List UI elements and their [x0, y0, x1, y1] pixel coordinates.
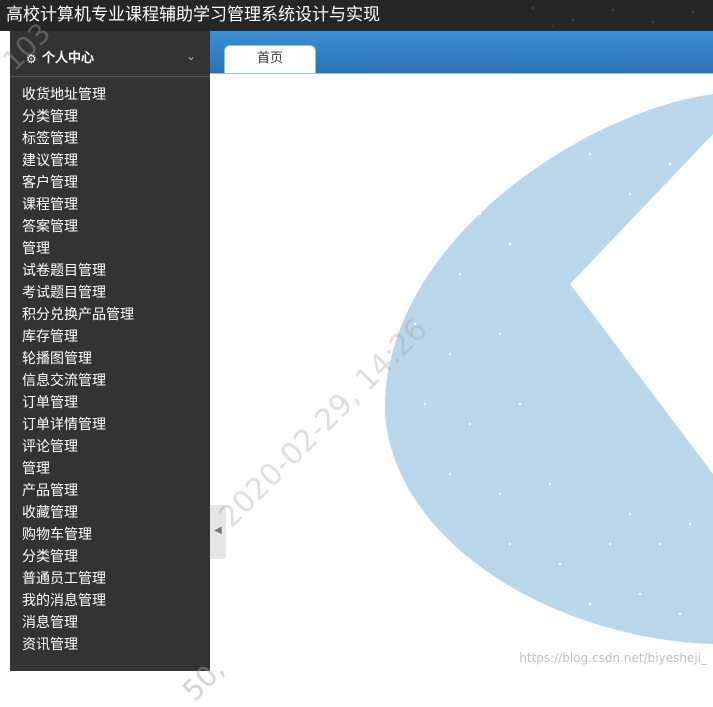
- chevron-down-icon[interactable]: ⌄: [186, 49, 196, 63]
- sidebar-item[interactable]: 分类管理: [10, 546, 210, 568]
- caret-left-icon: ◀: [214, 525, 222, 536]
- header-dot-pattern: [531, 6, 695, 28]
- sidebar-menu: 收货地址管理 分类管理 标签管理 建议管理 客户管理 课程管理 答案管理 管理 试卷题目管理 考试…: [10, 77, 210, 656]
- main-content: [210, 74, 713, 671]
- watermark-url: https://blog.csdn.net/biyesheji_: [519, 651, 707, 665]
- app-title: 高校计算机专业课程辅助学习管理系统设计与实现: [6, 5, 380, 25]
- sidebar-item[interactable]: 收藏管理: [10, 502, 210, 524]
- sidebar-item[interactable]: 购物车管理: [10, 524, 210, 546]
- sidebar-item[interactable]: 建议管理: [10, 150, 210, 172]
- home-decoration-graphic: [384, 94, 713, 644]
- sidebar-item[interactable]: 标签管理: [10, 128, 210, 150]
- tab-home[interactable]: 首页: [224, 45, 316, 73]
- sidebar-item[interactable]: 积分兑换产品管理: [10, 304, 210, 326]
- sidebar-item[interactable]: 分类管理: [10, 106, 210, 128]
- sidebar-item[interactable]: 客户管理: [10, 172, 210, 194]
- sidebar-item[interactable]: 订单详情管理: [10, 414, 210, 436]
- sidebar-section-label: 个人中心: [42, 51, 95, 66]
- sidebar-item[interactable]: 我的消息管理: [10, 590, 210, 612]
- sidebar-item[interactable]: 答案管理: [10, 216, 210, 238]
- sidebar: ⚙ 个人中心 ⌄ 收货地址管理 分类管理 标签管理 建议管理 客户管理 课程管理 答案管理管…: [10, 31, 210, 671]
- sidebar-item[interactable]: 普通员工管理: [10, 568, 210, 590]
- sidebar-item[interactable]: 消息管理: [10, 612, 210, 634]
- sidebar-item[interactable]: 信息交流管理: [10, 370, 210, 392]
- sidebar-item[interactable]: 轮播图管理: [10, 348, 210, 370]
- sidebar-item[interactable]: 订单管理: [10, 392, 210, 414]
- sidebar-item[interactable]: 库存管理: [10, 326, 210, 348]
- top-header: 高校计算机专业课程辅助学习管理系统设计与实现: [0, 0, 713, 31]
- sidebar-item[interactable]: 产品管理: [10, 480, 210, 502]
- sidebar-item[interactable]: 收货地址管理: [10, 84, 210, 106]
- sidebar-item[interactable]: 资讯管理: [10, 634, 210, 656]
- sidebar-item[interactable]: 管理: [10, 458, 210, 480]
- sidebar-item[interactable]: 试卷题目管理: [10, 260, 210, 282]
- sidebar-item[interactable]: 管理: [10, 238, 210, 260]
- tab-bar: 首页: [210, 31, 713, 74]
- sidebar-item[interactable]: 考试题目管理: [10, 282, 210, 304]
- sidebar-item[interactable]: 评论管理: [10, 436, 210, 458]
- sidebar-item[interactable]: 课程管理: [10, 194, 210, 216]
